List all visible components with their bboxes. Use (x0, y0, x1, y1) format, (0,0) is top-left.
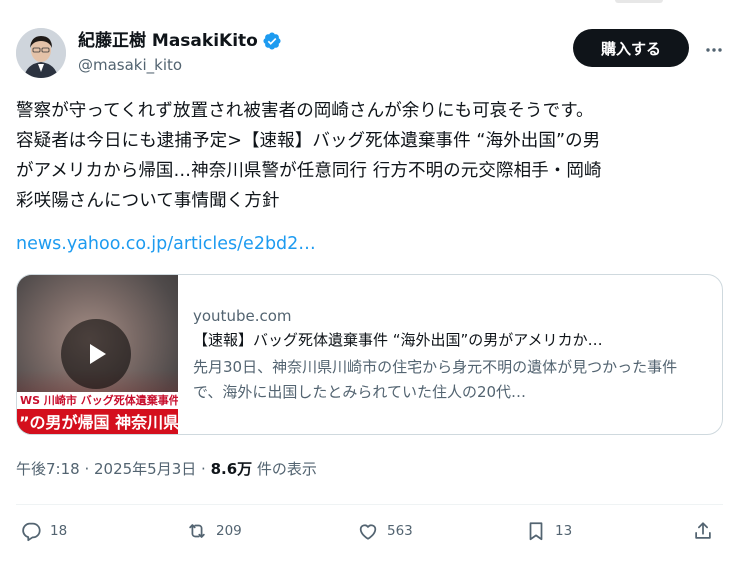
card-title: 【速報】バッグ死体遺棄事件 “海外出国”の男がアメリカか… (193, 331, 603, 349)
card-domain: youtube.com (193, 307, 292, 325)
reply-icon (22, 522, 41, 542)
like-button[interactable]: 563 (357, 520, 413, 542)
tweet-timestamp[interactable]: 午後7:18 · 2025年5月3日 · (16, 460, 211, 478)
thumbnail-caption-main: ”の男が帰国 神奈川県警が (17, 409, 178, 434)
card-description: 先月30日、神奈川県川崎市の住宅から身元不明の遺体が見つかった事件で、海外に出国… (193, 358, 678, 401)
share-icon (695, 522, 711, 539)
bookmark-icon (529, 522, 543, 541)
reply-count: 18 (50, 523, 68, 539)
views-count: 8.6万 (210, 460, 253, 478)
bookmark-count: 13 (555, 523, 573, 539)
repost-count: 209 (216, 523, 242, 539)
card-body: youtube.com 【速報】バッグ死体遺棄事件 “海外出国”の男がアメリカか… (193, 305, 713, 405)
author-display-name[interactable]: 紀藤正樹 MasakiKito (78, 30, 258, 52)
tweet-meta: 午後7:18 · 2025年5月3日 · 8.6万 件の表示 (16, 458, 317, 480)
avatar-image (16, 28, 66, 78)
bookmark-button[interactable]: 13 (525, 520, 572, 542)
share-button[interactable] (692, 520, 714, 542)
thumbnail-caption-top: WS 川崎市 バッグ死体遺棄事件 (17, 392, 178, 409)
link-preview-card[interactable]: WS 川崎市 バッグ死体遺棄事件 ”の男が帰国 神奈川県警が youtube.c… (16, 274, 723, 435)
author-handle[interactable]: @masaki_kito (78, 54, 282, 76)
heart-icon (359, 524, 377, 540)
tweet-text: 警察が守ってくれず放置され被害者の岡崎さんが余りにも可哀そうです。 容疑者は今日… (16, 101, 602, 211)
more-horizontal-icon[interactable] (704, 40, 724, 60)
avatar[interactable] (16, 28, 66, 78)
tweet-link[interactable]: news.yahoo.co.jp/articles/e2bd2… (16, 229, 316, 259)
author-names: 紀藤正樹 MasakiKito @masaki_kito (78, 30, 282, 76)
divider (16, 504, 723, 505)
tweet-header: 紀藤正樹 MasakiKito @masaki_kito 購入する (16, 26, 726, 82)
play-button[interactable] (61, 319, 131, 389)
top-edge-bar (615, 0, 663, 3)
repost-button[interactable]: 209 (186, 520, 242, 542)
video-thumbnail[interactable]: WS 川崎市 バッグ死体遺棄事件 ”の男が帰国 神奈川県警が (17, 275, 178, 434)
views-label: 件の表示 (252, 460, 317, 478)
repost-icon (189, 524, 205, 538)
verified-badge-icon[interactable] (262, 31, 282, 51)
buy-button[interactable]: 購入する (573, 29, 689, 67)
tweet-actions: 18 209 563 13 (16, 520, 723, 552)
play-icon (90, 344, 106, 364)
reply-button[interactable]: 18 (20, 520, 67, 542)
like-count: 563 (387, 523, 413, 539)
